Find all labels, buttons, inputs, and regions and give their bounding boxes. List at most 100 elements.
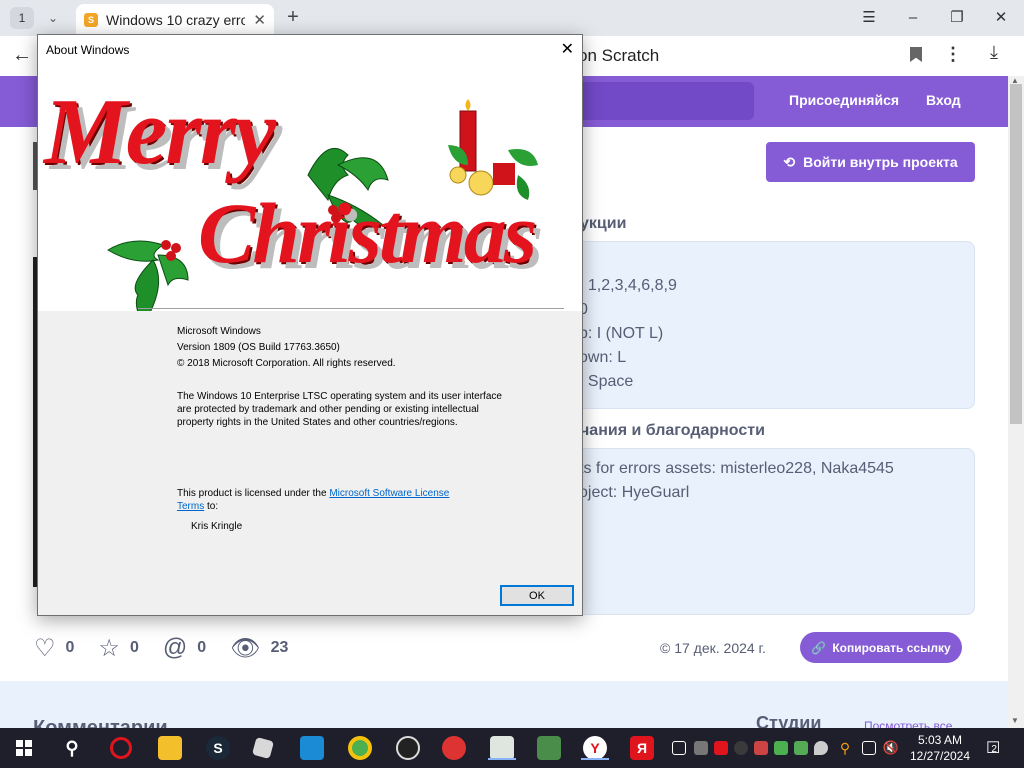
taskbar-clock[interactable]: 5:03 AM 12/27/2024 xyxy=(908,732,972,764)
address-text: on Scratch xyxy=(578,46,660,65)
browser-tabstrip: 1 ⌄ S Windows 10 crazy error ✕ + ☰ – ❐ ✕ xyxy=(0,0,1024,36)
tray-drop-icon[interactable] xyxy=(814,741,828,755)
nav-search-field[interactable] xyxy=(560,82,754,120)
browser-tab[interactable]: S Windows 10 crazy error ✕ xyxy=(76,4,274,36)
yandex-icon[interactable]: Я xyxy=(630,736,654,760)
version-text: Version 1809 (OS Build 17763.3650) xyxy=(177,342,340,353)
instructions-line: own: L xyxy=(579,349,627,366)
share-date: © 17 дек. 2024 г. xyxy=(660,640,766,656)
license-line-2: Terms to: xyxy=(177,501,218,512)
license-prefix: This product is licensed under the xyxy=(177,488,330,499)
license-terms-link-2[interactable]: Terms xyxy=(177,501,204,512)
notification-count: 2 xyxy=(991,744,997,755)
merry-text: Merry xyxy=(44,80,276,184)
tab-menu-icon[interactable]: ☰ xyxy=(854,6,884,30)
see-inside-label: Войти внутрь проекта xyxy=(803,154,958,170)
christmas-banner: Merry Christmas xyxy=(38,65,582,356)
license-terms-link[interactable]: Microsoft Software License xyxy=(329,488,449,499)
download-icon[interactable]: ⤓ xyxy=(990,42,998,63)
close-tab-icon[interactable]: ✕ xyxy=(253,11,266,29)
love-count: 0 xyxy=(65,639,75,656)
steam-icon[interactable]: S xyxy=(206,736,230,760)
volume-muted-icon[interactable]: 🔇 xyxy=(883,740,899,755)
back-arrow-icon[interactable]: ← xyxy=(12,44,32,67)
tab-count-button[interactable]: 1 xyxy=(10,7,34,29)
notes-box: ts for errors assets: misterleo228, Naka… xyxy=(566,448,975,615)
windows-start-icon[interactable] xyxy=(12,736,36,760)
network-icon[interactable] xyxy=(862,741,876,755)
dialog-close-icon[interactable]: ✕ xyxy=(561,39,574,59)
legal-line: are protected by trademark and other pen… xyxy=(177,404,479,415)
notes-line: ts for errors assets: misterleo228, Naka… xyxy=(579,460,894,477)
page-scrollbar[interactable]: ▲ ▼ xyxy=(1008,76,1024,728)
clock-date: 12/27/2024 xyxy=(909,749,971,763)
remix-count: 0 xyxy=(197,639,207,656)
tray-app-icon[interactable] xyxy=(754,741,768,755)
dialog-title: About Windows xyxy=(46,43,130,57)
copy-link-button[interactable]: 🔗 Копировать ссылку xyxy=(800,632,962,663)
tray-app-icon[interactable] xyxy=(714,741,728,755)
favorite-stat[interactable]: ☆ 0 xyxy=(98,634,138,663)
opera-icon[interactable] xyxy=(110,737,132,759)
dialog-titlebar[interactable]: About Windows ✕ xyxy=(38,35,582,65)
address-bar[interactable]: on Scratch xyxy=(560,41,930,71)
ok-button[interactable]: OK xyxy=(500,585,574,606)
tray-app-icon[interactable] xyxy=(734,741,748,755)
bookmark-icon[interactable] xyxy=(910,47,922,62)
roblox-icon[interactable] xyxy=(251,736,275,760)
instructions-line: : 1,2,3,4,6,8,9 xyxy=(579,277,677,294)
windows-taskbar: ⚲ S Y Я ⚲ 🔇 5:03 AM 12/27/2024 ☐2 xyxy=(0,728,1024,768)
close-window-button[interactable]: ✕ xyxy=(986,6,1016,30)
notes-heading: чания и благодарности xyxy=(580,422,765,439)
search-icon[interactable]: ⚲ xyxy=(60,736,84,760)
instructions-line: p: I (NOT L) xyxy=(579,325,664,342)
task-view-icon[interactable] xyxy=(672,741,686,755)
link-icon: 🔗 xyxy=(811,640,827,655)
christmas-text: Christmas xyxy=(198,185,537,281)
file-explorer-icon[interactable] xyxy=(158,736,182,760)
app-window-icon[interactable] xyxy=(488,736,516,760)
yandex-browser-icon[interactable]: Y xyxy=(581,736,609,760)
notes-line: oject: HyeGuarl xyxy=(579,484,690,501)
chevron-down-icon[interactable]: ⌄ xyxy=(40,6,66,30)
holly-left-icon xyxy=(107,240,189,327)
chrome-icon[interactable] xyxy=(348,736,372,760)
tray-app-icon[interactable] xyxy=(774,741,788,755)
copy-link-label: Копировать ссылку xyxy=(832,640,951,655)
instructions-box: : 1,2,3,4,6,8,9 0 p: I (NOT L) own: L : … xyxy=(566,241,975,409)
eye-icon: 👁 xyxy=(230,634,261,662)
view-stat: 👁 23 xyxy=(230,634,288,663)
app-red-icon[interactable] xyxy=(442,736,466,760)
see-inside-button[interactable]: ⟲ Войти внутрь проекта xyxy=(766,142,975,182)
instructions-line: : Space xyxy=(579,373,634,390)
see-inside-icon: ⟲ xyxy=(783,153,796,170)
scroll-down-icon[interactable]: ▼ xyxy=(1011,716,1019,725)
join-link[interactable]: Присоединяйся xyxy=(789,92,899,108)
scratch-favicon-icon: S xyxy=(84,13,98,27)
new-tab-button[interactable]: + xyxy=(281,6,305,30)
login-link[interactable]: Вход xyxy=(926,92,961,108)
notification-center-icon[interactable]: ☐2 xyxy=(986,738,1000,758)
restore-button[interactable]: ❐ xyxy=(942,6,972,30)
licensee-name: Kris Kringle xyxy=(191,521,243,532)
obs-icon[interactable] xyxy=(396,736,420,760)
legal-line: The Windows 10 Enterprise LTSC operating… xyxy=(177,391,502,402)
favorite-count: 0 xyxy=(129,639,139,656)
star-icon: ☆ xyxy=(98,634,120,662)
tray-app-icon[interactable] xyxy=(794,741,808,755)
remix-stat: @ 0 xyxy=(163,634,206,662)
license-line: This product is licensed under the Micro… xyxy=(177,488,449,499)
product-name: Microsoft Windows xyxy=(177,326,261,337)
app-blue-icon[interactable] xyxy=(300,736,324,760)
tray-key-icon[interactable]: ⚲ xyxy=(838,740,852,756)
more-menu-icon[interactable]: ⋮ xyxy=(944,44,962,65)
license-suffix: to: xyxy=(204,501,219,512)
minimize-button[interactable]: – xyxy=(898,6,928,30)
dialog-divider xyxy=(138,308,564,309)
tray-app-icon[interactable] xyxy=(694,741,708,755)
about-windows-dialog: About Windows ✕ Merry Christmas Microsof… xyxy=(37,34,583,616)
project-stats: ♡ 0 ☆ 0 @ 0 👁 23 xyxy=(34,634,312,663)
scrollbar-thumb[interactable] xyxy=(1010,84,1022,424)
app-terminal-icon[interactable] xyxy=(537,736,561,760)
love-stat[interactable]: ♡ 0 xyxy=(34,634,74,663)
